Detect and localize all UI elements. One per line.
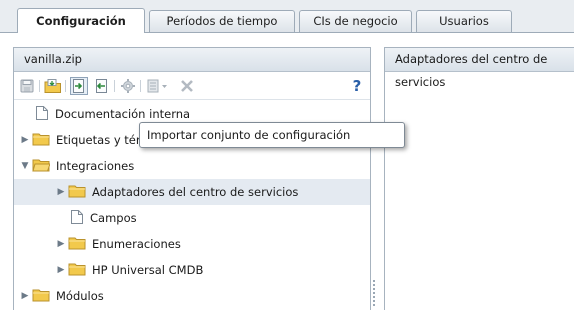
save-icon[interactable]: [18, 77, 36, 95]
tab-bar: Configuración Períodos de tiempo CIs de …: [0, 0, 574, 33]
expand-arrow-icon[interactable]: ▶: [56, 239, 66, 249]
expand-arrow-icon[interactable]: ▶: [20, 135, 30, 145]
help-icon[interactable]: ?: [348, 77, 366, 95]
document-icon: [35, 105, 49, 124]
tab-cis-de-negocio[interactable]: CIs de negocio: [299, 10, 412, 32]
document-icon: [70, 209, 84, 228]
import-tooltip: Importar conjunto de configuración: [139, 122, 405, 148]
toolbar-separator: [65, 80, 66, 92]
tree-item-label: Campos: [90, 211, 137, 225]
folder-icon: [68, 236, 86, 253]
configuration-content: vanilla.zip ? Documentación interna ▶ Et…: [0, 33, 574, 310]
panel-title: vanilla.zip: [14, 48, 370, 72]
tree-item-hp-universal-cmdb[interactable]: ▶ HP Universal CMDB: [14, 257, 370, 283]
panel-splitter-handle[interactable]: [372, 280, 376, 310]
toolbar-separator: [114, 80, 115, 92]
tab-usuarios[interactable]: Usuarios: [416, 10, 512, 32]
expand-arrow-icon[interactable]: ▶: [56, 265, 66, 275]
tree-item-adaptadores-del-centro-de-servicios[interactable]: ▶ Adaptadores del centro de servicios: [14, 179, 370, 205]
config-tree-panel: vanilla.zip ? Documentación interna ▶ Et…: [13, 47, 371, 310]
folder-icon: [32, 132, 50, 149]
tree-item-label: Módulos: [56, 289, 104, 303]
open-folder-icon: [32, 158, 51, 175]
import-icon[interactable]: [70, 77, 88, 95]
details-panel-title: Adaptadores del centro de servicios: [385, 48, 574, 89]
tree-item-label: Enumeraciones: [92, 237, 181, 251]
tree-item-label: Documentación interna: [55, 107, 191, 121]
export-icon[interactable]: [92, 77, 110, 95]
tree-item-label: HP Universal CMDB: [92, 263, 204, 277]
details-panel: Adaptadores del centro de servicios: [384, 47, 574, 310]
open-folder-icon[interactable]: [44, 77, 62, 95]
toolbar-separator: [140, 80, 141, 92]
folder-icon: [68, 262, 86, 279]
tab-periodos-de-tiempo[interactable]: Períodos de tiempo: [149, 10, 295, 32]
expand-arrow-icon[interactable]: ▶: [20, 291, 30, 301]
tree-item-campos[interactable]: Campos: [14, 205, 370, 231]
tree-item-label: Integraciones: [56, 159, 135, 173]
tree-item-integraciones[interactable]: ▼ Integraciones: [14, 153, 370, 179]
delete-icon[interactable]: [178, 77, 196, 95]
tree-item-enumeraciones[interactable]: ▶ Enumeraciones: [14, 231, 370, 257]
folder-icon: [32, 288, 50, 305]
tab-configuracion[interactable]: Configuración: [17, 8, 145, 33]
tree-toolbar: ?: [14, 72, 370, 100]
gear-icon[interactable]: [119, 77, 137, 95]
toolbar-separator: [39, 80, 40, 92]
folder-icon: [68, 184, 86, 201]
tree-item-modulos[interactable]: ▶ Módulos: [14, 283, 370, 309]
collapse-arrow-icon[interactable]: ▼: [20, 161, 30, 171]
list-dropdown-icon[interactable]: [145, 77, 171, 95]
tree-item-label: Adaptadores del centro de servicios: [92, 185, 299, 199]
expand-arrow-icon[interactable]: ▶: [56, 187, 66, 197]
